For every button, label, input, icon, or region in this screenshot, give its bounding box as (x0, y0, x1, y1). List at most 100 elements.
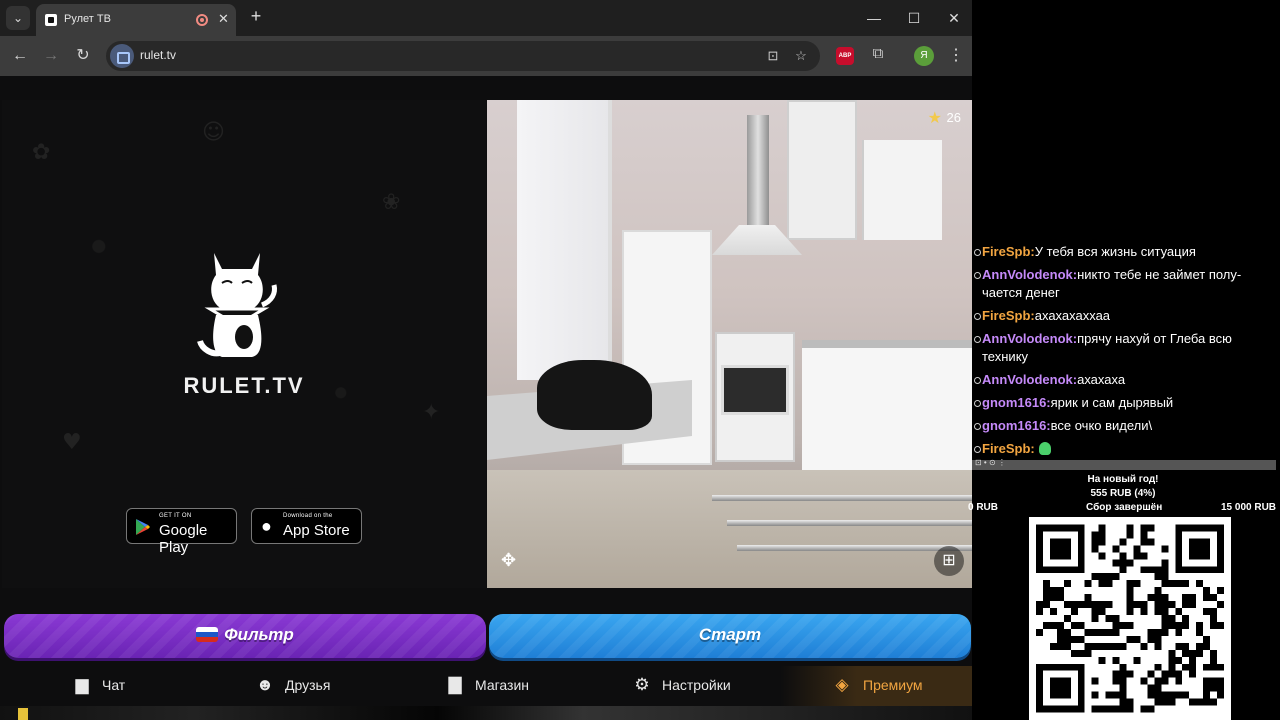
qr-module (1056, 594, 1064, 602)
qr-module (1175, 621, 1183, 629)
qr-module (1112, 691, 1120, 699)
qr-module (1154, 663, 1162, 671)
reload-button[interactable]: ↻ (71, 44, 95, 68)
qr-module (1147, 628, 1155, 636)
chat-message: FireSpb:ахахахаххаа (974, 307, 1274, 325)
qr-module (1070, 621, 1078, 629)
qr-module (1168, 691, 1176, 699)
qr-module (1119, 621, 1127, 629)
qr-module (1140, 705, 1148, 713)
video-scene-shelf (862, 140, 942, 240)
browser-toolbar: ← → ↻ rulet.tv ⊡ ☆ ABP ⧉ Я ⋮ (0, 36, 972, 76)
goal-min: 0 RUB (968, 502, 999, 513)
nav-shop[interactable]: ▇ Магазин (445, 674, 545, 698)
qr-module (1168, 649, 1176, 657)
filter-button[interactable]: Фильтр (4, 614, 486, 658)
qr-module (1196, 698, 1204, 706)
qr-module (1147, 594, 1155, 602)
tab-rulet[interactable]: Рулет ТВ ✕ (36, 4, 236, 36)
install-app-icon[interactable]: ⊡ (764, 47, 782, 65)
extensions-puzzle-icon[interactable]: ⧉ (868, 45, 888, 65)
video-scene-bag (537, 360, 652, 430)
qr-module (1161, 559, 1169, 567)
qr-module (1112, 705, 1120, 713)
qr-module (1217, 621, 1225, 629)
nav-friends-label: Друзья (285, 677, 331, 693)
qr-module (1203, 635, 1211, 643)
back-button[interactable]: ← (8, 44, 32, 68)
goal-status: Сбор завершён (1086, 502, 1163, 513)
address-bar[interactable]: rulet.tv ⊡ ☆ (106, 41, 820, 71)
qr-module (1063, 628, 1071, 636)
start-label: Старт (698, 625, 762, 644)
qr-module (1182, 594, 1190, 602)
stream-overlay: FireSpb:У тебя вся жизнь ситуация AnnVolo… (968, 0, 1280, 720)
video-scene-floor (487, 470, 972, 588)
gamepad-icon[interactable]: ✥ (501, 550, 516, 571)
chat-nick: AnnVolodenok: (982, 331, 1078, 346)
qr-module (1147, 684, 1155, 692)
chat-message: AnnVolodenok:никто тебе не займет полу-ч… (974, 266, 1274, 302)
nav-premium[interactable]: ◈ Премиум (780, 666, 972, 706)
close-window-button[interactable]: ✕ (942, 6, 966, 30)
qr-module (1182, 601, 1190, 609)
tab-close-icon[interactable]: ✕ (218, 11, 229, 27)
qr-module (1105, 628, 1113, 636)
qr-module (1196, 649, 1204, 657)
qr-module (1091, 615, 1099, 622)
start-button[interactable]: Старт (489, 614, 971, 658)
qr-module (1161, 580, 1169, 588)
qr-module (1063, 642, 1071, 650)
qr-module (1175, 608, 1183, 616)
qr-module (1042, 601, 1050, 609)
qr-module (1077, 649, 1085, 657)
chat-input-bar[interactable]: ⊡ • ⊙ ⋮ (972, 458, 1276, 470)
qr-module (1203, 691, 1211, 699)
qr-module (1112, 615, 1120, 622)
site-info-icon[interactable] (110, 44, 134, 68)
qr-module (1133, 601, 1141, 609)
google-play-button[interactable]: GET IT ON Google Play (126, 508, 237, 556)
goal-max: 15 000 RUB (1221, 502, 1277, 513)
qr-module (1126, 621, 1134, 629)
nav-premium-label: Премиум (863, 677, 923, 693)
profile-avatar[interactable]: Я (914, 46, 934, 66)
chat-text: все очко видели\ (1050, 418, 1153, 433)
nav-chat[interactable]: ▆ Чат (72, 674, 142, 698)
new-tab-button[interactable]: + (246, 6, 266, 26)
qr-module (1161, 601, 1169, 609)
doodle-decoration: ♥ (62, 430, 82, 455)
qr-module (1049, 538, 1071, 560)
qr-module (1119, 705, 1127, 713)
browser-menu-icon[interactable]: ⋮ (946, 45, 966, 67)
tab-search-button[interactable]: ⌄ (6, 6, 30, 30)
qr-module (1035, 628, 1043, 636)
chat-message: gnom1616:ярик и сам дырявый (974, 394, 1274, 412)
chat-nick: AnnVolodenok: (982, 372, 1078, 387)
nav-friends[interactable]: ☻ Друзья (255, 674, 345, 698)
chat-text: У тебя вся жизнь ситуация (1034, 244, 1196, 259)
forward-button[interactable]: → (39, 44, 63, 68)
qr-module (1175, 580, 1183, 588)
bookmark-star-icon[interactable]: ☆ (792, 47, 810, 65)
qr-module (1056, 628, 1064, 636)
qr-module (1063, 615, 1071, 622)
qr-module (1217, 677, 1225, 685)
nav-settings[interactable]: ⚙ Настройки (632, 674, 742, 698)
google-play-caption: GET IT ON (159, 513, 192, 519)
app-store-button[interactable]: ● Download on the App Store (251, 508, 362, 544)
qr-module (1168, 580, 1176, 588)
chat-text: ахахахаххаа (1034, 308, 1111, 323)
qr-module (1091, 642, 1099, 650)
qr-module (1161, 608, 1169, 616)
adblock-extension-icon[interactable]: ABP (836, 47, 854, 65)
qr-module (1154, 608, 1162, 616)
minimize-button[interactable]: — (862, 6, 886, 30)
premium-tag-icon: ◈ (835, 675, 849, 694)
gift-button-icon[interactable]: ⊞ (934, 546, 964, 576)
maximize-button[interactable]: ☐ (902, 6, 926, 30)
qr-module (1182, 691, 1190, 699)
nav-chat-label: Чат (102, 677, 126, 693)
qr-module (1091, 705, 1099, 713)
qr-module (1077, 601, 1085, 609)
